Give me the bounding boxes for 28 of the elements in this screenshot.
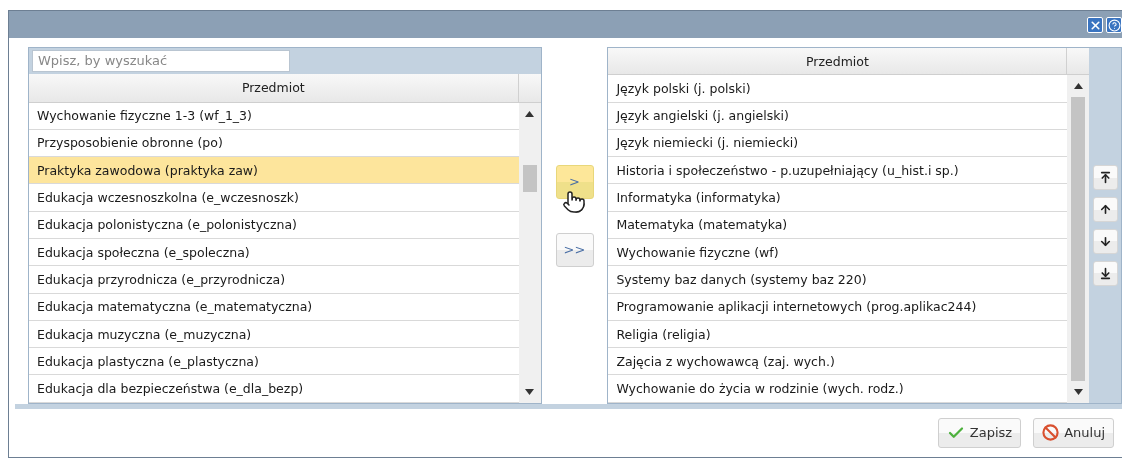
arrow-down-to-line-icon — [1098, 266, 1112, 280]
cancel-button[interactable]: Anuluj — [1033, 417, 1114, 448]
move-button[interactable]: >> — [555, 232, 594, 267]
help-button[interactable] — [1106, 17, 1122, 33]
arrow-up-to-line-icon — [1098, 170, 1112, 184]
scrollbar[interactable] — [518, 102, 541, 403]
scroll-up-icon[interactable] — [525, 110, 535, 117]
save-button[interactable]: Zapisz — [937, 417, 1022, 448]
help-icon — [1107, 18, 1121, 32]
close-button[interactable] — [1087, 17, 1103, 33]
move-top-button[interactable] — [1092, 164, 1118, 190]
list-item[interactable]: Praktyka zawodowa (praktyka zaw) — [29, 157, 519, 185]
arrow-up-icon — [1098, 202, 1112, 216]
scrollbar-thumb[interactable] — [522, 164, 537, 192]
close-icon — [1088, 18, 1102, 32]
move-bottom-button[interactable] — [1092, 260, 1118, 286]
scroll-up-icon[interactable] — [1073, 83, 1083, 90]
search-field[interactable]: Wpisz, by wyszukać — [32, 49, 290, 72]
ban-icon — [1042, 424, 1060, 442]
move-up-button[interactable] — [1092, 196, 1118, 222]
arrow-down-icon — [1098, 234, 1112, 248]
move-down-button[interactable] — [1092, 228, 1118, 254]
scroll-down-icon[interactable] — [525, 388, 535, 395]
hand-cursor-icon — [561, 189, 586, 214]
scroll-down-icon[interactable] — [1073, 388, 1083, 395]
move-button[interactable]: > — [555, 164, 594, 199]
scrollbar-thumb[interactable] — [1071, 97, 1086, 381]
scrollbar[interactable] — [1067, 75, 1090, 403]
